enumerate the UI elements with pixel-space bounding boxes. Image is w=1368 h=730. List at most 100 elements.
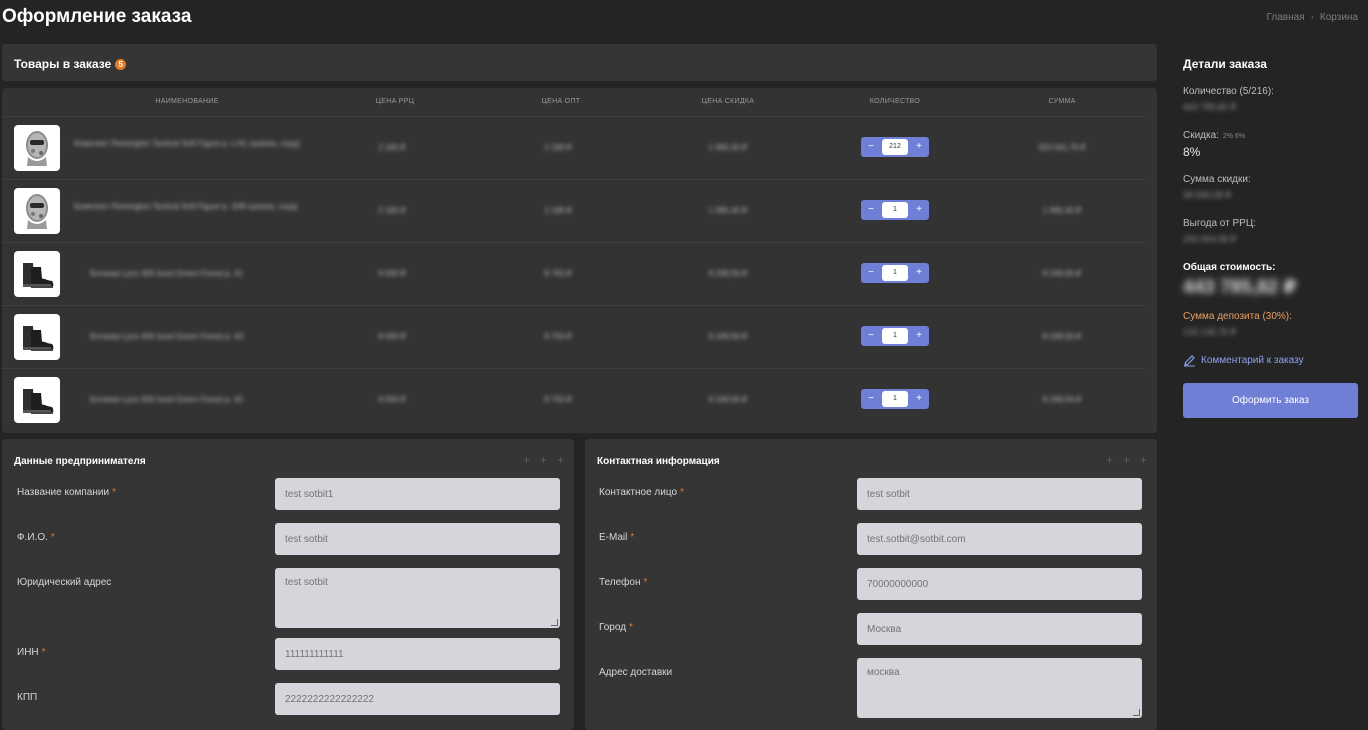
price-opt: 2 168 ₽: [544, 143, 572, 152]
product-name[interactable]: Комплект Remington Tactical Soft Figure …: [74, 138, 334, 150]
savings-label: Выгода от РРЦ:: [1183, 218, 1257, 229]
quantity-input[interactable]: 212: [882, 139, 908, 155]
increment-button[interactable]: +: [913, 142, 925, 152]
field-label: Телефон *: [599, 577, 648, 588]
table-row: Ботинки Lynx 400 Isool Green Forest р. 4…: [2, 305, 1145, 368]
plus-icon: +: [556, 453, 564, 467]
column-header-sum: СУММА: [1048, 98, 1076, 105]
form-controls: + + +: [523, 453, 564, 467]
contact-person-field[interactable]: test sotbit: [857, 478, 1142, 510]
row-sum: 8 249,56 ₽: [1042, 332, 1082, 341]
plus-icon: +: [1105, 453, 1113, 467]
decrement-button[interactable]: −: [865, 268, 877, 278]
order-details-title: Детали заказа: [1183, 57, 1267, 71]
product-thumbnail[interactable]: [14, 314, 60, 360]
delivery-address-field[interactable]: москва: [857, 658, 1142, 718]
row-sum: 423 041,76 ₽: [1038, 143, 1086, 152]
phone-field[interactable]: 70000000000: [857, 568, 1142, 600]
page-title: Оформление заказа: [2, 6, 192, 27]
order-comment-link[interactable]: Комментарий к заказу: [1183, 354, 1304, 367]
plus-icon: +: [1139, 453, 1147, 467]
price-rrp: 9 000 ₽: [378, 395, 406, 404]
price-opt: 8 763 ₽: [544, 269, 572, 278]
email-field[interactable]: test.sotbit@sotbit.com: [857, 523, 1142, 555]
increment-button[interactable]: +: [913, 394, 925, 404]
product-name[interactable]: Комплект Remington Tactical Soft Figure …: [74, 201, 334, 213]
field-label: Адрес доставки: [599, 667, 673, 678]
quantity-stepper: − 1 +: [861, 200, 929, 220]
price-rrp: 9 000 ₽: [378, 332, 406, 341]
full-name-field[interactable]: test sotbit: [275, 523, 560, 555]
increment-button[interactable]: +: [913, 205, 925, 215]
decrement-button[interactable]: −: [865, 331, 877, 341]
city-field[interactable]: Москва: [857, 613, 1142, 645]
cart-table: НАИМЕНОВАНИЕ ЦЕНА РРЦ ЦЕНА ОПТ ЦЕНА СКИД…: [2, 88, 1157, 433]
table-row: Ботинки Lynx 400 Isool Green Forest р. 4…: [2, 368, 1145, 431]
product-name[interactable]: Ботинки Lynx 400 Isool Green Forest р. 4…: [90, 332, 243, 341]
quantity-stepper: − 212 +: [861, 137, 929, 157]
submit-order-button[interactable]: Оформить заказ: [1183, 383, 1358, 418]
quantity-stepper: − 1 +: [861, 263, 929, 283]
price-rrp: 2 160 ₽: [378, 206, 406, 215]
row-sum: 8 249,56 ₽: [1042, 269, 1082, 278]
discount-sum-label: Сумма скидки:: [1183, 174, 1251, 185]
increment-button[interactable]: +: [913, 331, 925, 341]
quantity-input[interactable]: 1: [882, 391, 908, 407]
product-thumbnail[interactable]: [14, 251, 60, 297]
decrement-button[interactable]: −: [865, 394, 877, 404]
price-discount: 8 249,56 ₽: [708, 395, 748, 404]
contact-form: Контактная информация + + + Контактное лиц…: [585, 439, 1157, 730]
cart-count-badge: 5: [115, 58, 127, 70]
savings-value: 293 654,08 ₽: [1183, 234, 1237, 244]
product-thumbnail[interactable]: [14, 377, 60, 423]
price-opt: 8 763 ₽: [544, 395, 572, 404]
quantity-stepper: − 1 +: [861, 389, 929, 409]
field-label: Ф.И.О. *: [17, 532, 55, 543]
product-thumbnail[interactable]: [14, 125, 60, 171]
decrement-button[interactable]: −: [865, 142, 877, 152]
table-row: Комплект Remington Tactical Soft Figure …: [2, 116, 1145, 179]
quantity-input[interactable]: 1: [882, 265, 908, 281]
quantity-stepper: − 1 +: [861, 326, 929, 346]
resize-handle-icon[interactable]: [551, 619, 558, 626]
company-name-field[interactable]: test sotbit1: [275, 478, 560, 510]
inn-field[interactable]: 111111111111: [275, 638, 560, 670]
quantity-input[interactable]: 1: [882, 202, 908, 218]
price-opt: 8 763 ₽: [544, 332, 572, 341]
deposit-value: 133 135,75 ₽: [1183, 327, 1237, 337]
breadcrumb-home[interactable]: Главная: [1267, 12, 1305, 23]
product-name[interactable]: Ботинки Lynx 400 Isool Green Forest р. 4…: [90, 269, 243, 278]
price-rrp: 9 000 ₽: [378, 269, 406, 278]
column-header-name: НАИМЕНОВАНИЕ: [155, 98, 219, 105]
product-name[interactable]: Ботинки Lynx 400 Isool Green Forest р. 4…: [90, 395, 243, 404]
resize-handle-icon[interactable]: [1133, 709, 1140, 716]
cart-title: Товары в заказе 5: [14, 57, 127, 71]
field-label: ИНН *: [17, 647, 46, 658]
quantity-input[interactable]: 1: [882, 328, 908, 344]
legal-address-field[interactable]: test sotbit: [275, 568, 560, 628]
price-discount: 8 249,56 ₽: [708, 269, 748, 278]
plus-icon: +: [1122, 453, 1130, 467]
column-header-opt: ЦЕНА ОПТ: [541, 98, 581, 105]
total-label: Общая стоимость:: [1183, 262, 1276, 273]
quantity-value: 443 785,82 ₽: [1183, 102, 1237, 112]
contact-form-title: Контактная информация: [597, 456, 720, 467]
kpp-field[interactable]: 2222222222222222: [275, 683, 560, 715]
table-row: Ботинки Lynx 400 Isool Green Forest р. 4…: [2, 242, 1145, 305]
discount-tiers: 2% 6%: [1222, 133, 1246, 140]
row-sum: 8 249,56 ₽: [1042, 395, 1082, 404]
product-thumbnail[interactable]: [14, 188, 60, 234]
breadcrumb: Главная › Корзина: [1267, 12, 1359, 23]
discount-sum-value: 38 590,08 ₽: [1183, 190, 1232, 200]
entrepreneur-form-title: Данные предпринимателя: [14, 456, 146, 467]
row-sum: 1 995,40 ₽: [1042, 206, 1082, 215]
cart-title-text: Товары в заказе: [14, 57, 112, 71]
boots-icon: [23, 389, 54, 414]
plus-icon: +: [522, 453, 530, 467]
increment-button[interactable]: +: [913, 268, 925, 278]
breadcrumb-separator-icon: ›: [1310, 12, 1314, 23]
boots-icon: [23, 263, 54, 288]
order-comment-label: Комментарий к заказу: [1201, 355, 1304, 366]
price-discount: 1 995,40 ₽: [708, 143, 748, 152]
decrement-button[interactable]: −: [865, 205, 877, 215]
